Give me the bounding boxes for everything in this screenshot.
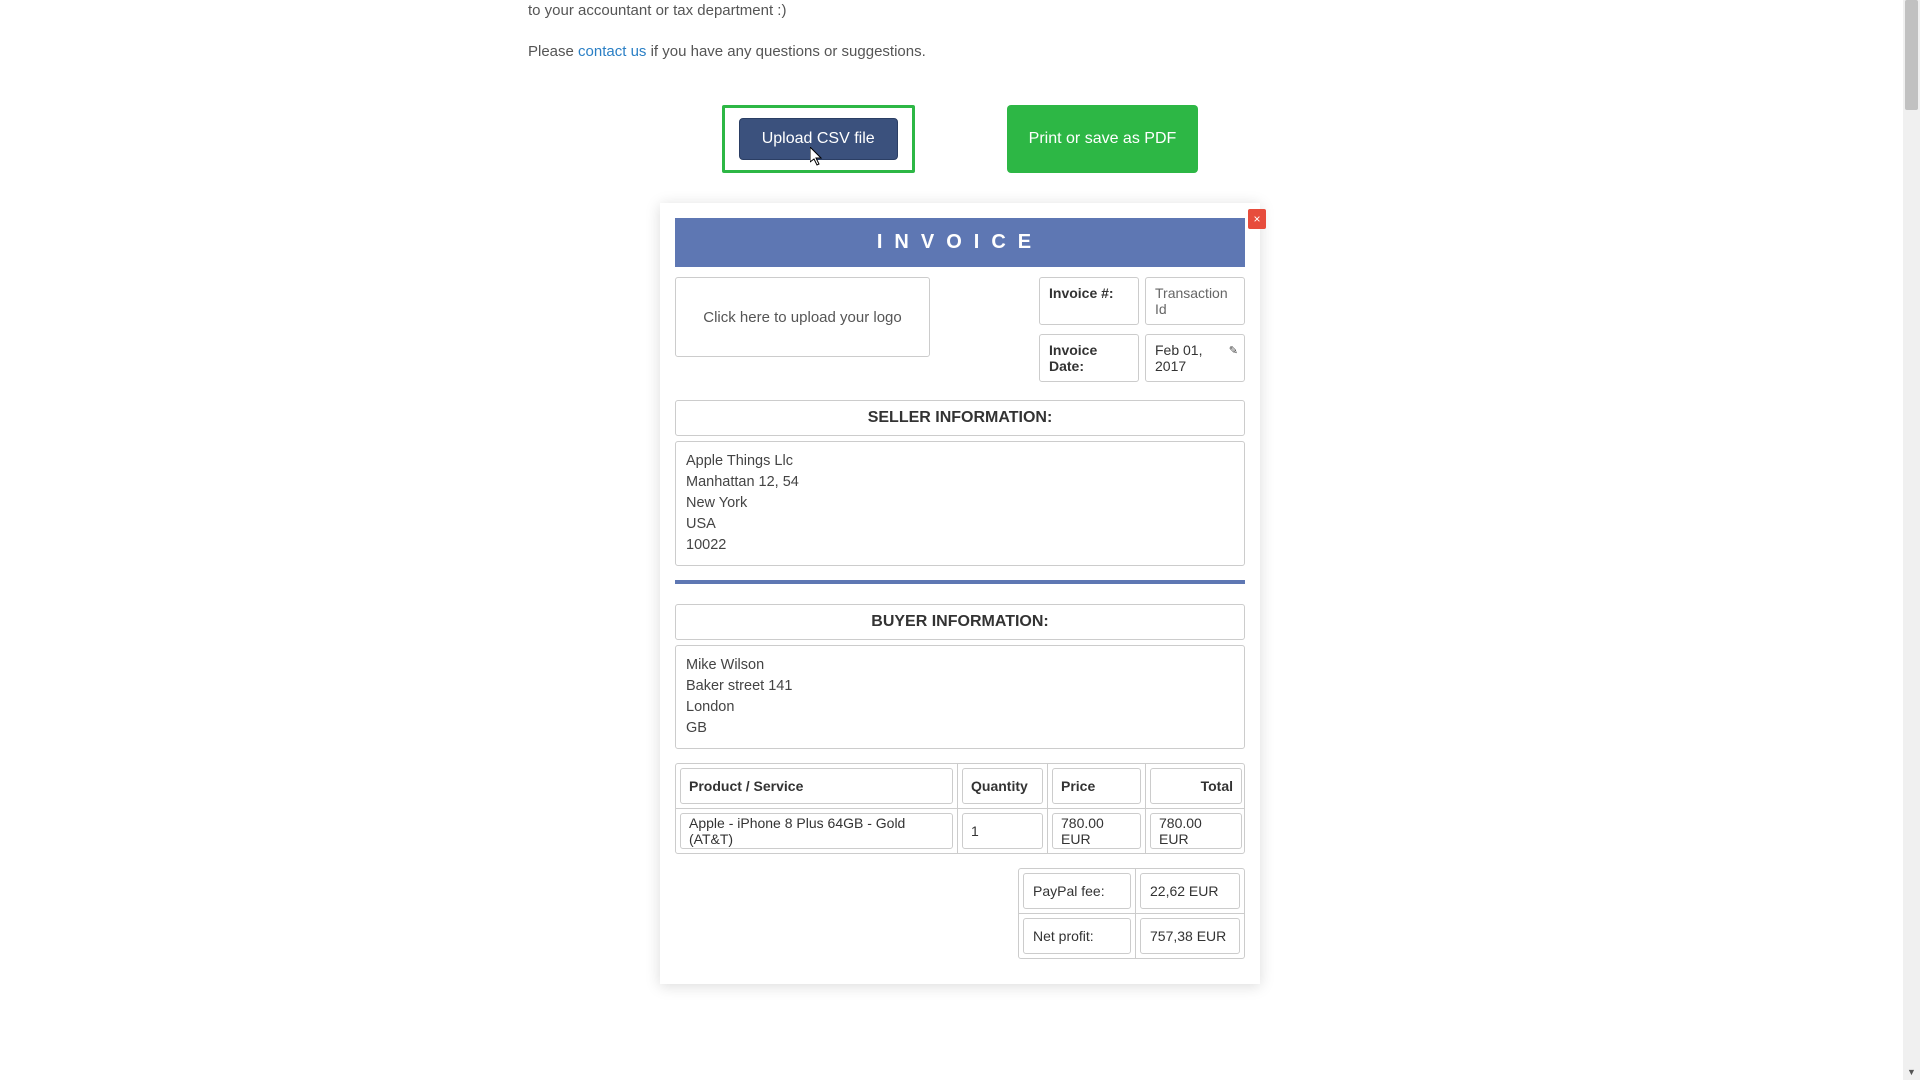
invoice-number-value[interactable]: Transaction Id: [1145, 277, 1245, 325]
edit-icon: ✎: [1229, 344, 1238, 357]
close-button[interactable]: ×: [1248, 209, 1266, 229]
header-total: Total: [1150, 768, 1242, 804]
cell-quantity[interactable]: 1: [962, 813, 1043, 849]
intro-line-2: Please contact us if you have any questi…: [528, 41, 1140, 64]
section-divider: [675, 580, 1245, 584]
upload-highlight: Upload CSV file: [722, 105, 915, 173]
table-header-row: Product / Service Quantity Price Total: [676, 764, 1244, 808]
invoice-date-label: Invoice Date:: [1039, 334, 1139, 382]
intro-post: if you have any questions or suggestions…: [646, 43, 925, 60]
logo-upload-area[interactable]: Click here to upload your logo: [675, 277, 930, 357]
invoice-date-value[interactable]: Feb 01, 2017 ✎: [1145, 334, 1245, 382]
intro-line-1: to your accountant or tax department :): [528, 0, 1140, 23]
totals-section: PayPal fee: 22,62 EUR Net profit: 757,38…: [675, 868, 1245, 959]
vertical-scrollbar[interactable]: ▼: [1903, 0, 1920, 1080]
invoice-date-text: Feb 01, 2017: [1155, 342, 1202, 374]
seller-info[interactable]: Apple Things Llc Manhattan 12, 54 New Yo…: [675, 441, 1245, 566]
paypal-fee-value: 22,62 EUR: [1140, 873, 1240, 909]
header-product: Product / Service: [680, 768, 953, 804]
line-items-table: Product / Service Quantity Price Total A…: [675, 763, 1245, 854]
invoice-number-label: Invoice #:: [1039, 277, 1139, 325]
action-buttons: Upload CSV file Print or save as PDF: [240, 105, 1680, 173]
net-profit-label: Net profit:: [1023, 918, 1131, 954]
seller-heading: SELLER INFORMATION:: [675, 400, 1245, 436]
invoice-card: × INVOICE Click here to upload your logo…: [660, 203, 1260, 984]
scrollbar-thumb[interactable]: [1905, 0, 1918, 110]
scroll-down-arrow-icon[interactable]: ▼: [1903, 1063, 1920, 1080]
invoice-title: INVOICE: [675, 218, 1245, 267]
close-icon: ×: [1253, 212, 1260, 226]
buyer-heading: BUYER INFORMATION:: [675, 604, 1245, 640]
contact-us-link[interactable]: contact us: [578, 43, 646, 60]
paypal-fee-label: PayPal fee:: [1023, 873, 1131, 909]
upload-label: Upload CSV file: [762, 130, 875, 147]
cell-total: 780.00 EUR: [1150, 813, 1242, 849]
invoice-meta: Invoice #: Transaction Id Invoice Date: …: [1039, 277, 1245, 382]
intro-pre: Please: [528, 43, 578, 60]
header-price: Price: [1052, 768, 1141, 804]
table-row: Apple - iPhone 8 Plus 64GB - Gold (AT&T)…: [676, 808, 1244, 853]
net-profit-value: 757,38 EUR: [1140, 918, 1240, 954]
cursor-icon: [810, 147, 826, 167]
print-pdf-button[interactable]: Print or save as PDF: [1007, 105, 1199, 173]
cell-product[interactable]: Apple - iPhone 8 Plus 64GB - Gold (AT&T): [680, 813, 953, 849]
upload-csv-button[interactable]: Upload CSV file: [739, 118, 898, 160]
buyer-info[interactable]: Mike Wilson Baker street 141 London GB: [675, 645, 1245, 749]
header-quantity: Quantity: [962, 768, 1043, 804]
cell-price[interactable]: 780.00 EUR: [1052, 813, 1141, 849]
